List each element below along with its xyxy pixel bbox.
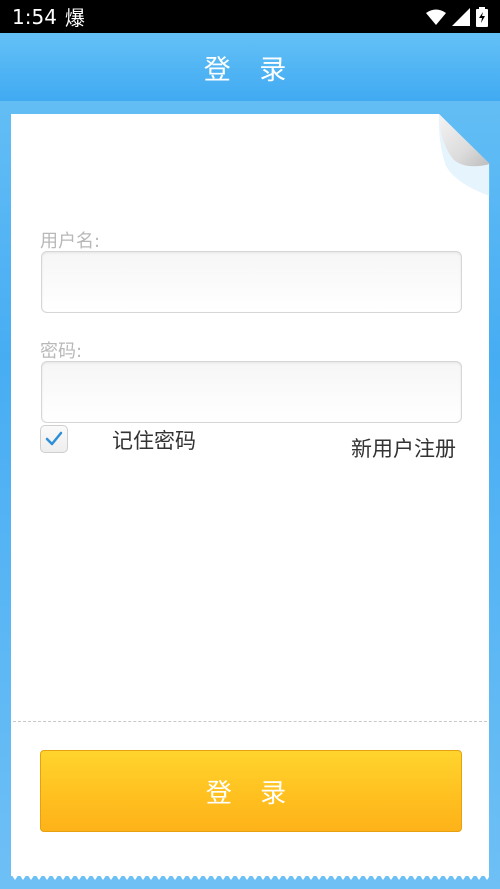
username-label: 用户名: [40,231,101,252]
password-input[interactable] [42,362,461,422]
remember-password-label[interactable]: 记住密码 [112,425,196,455]
username-field-container [41,251,462,313]
password-field-container [41,361,462,423]
page-title: 登 录 [203,54,297,86]
remember-password-checkbox[interactable] [40,425,68,453]
title-bar: 登 录 [0,33,500,101]
password-label: 密码: [40,341,83,362]
wifi-icon [426,9,446,25]
register-link[interactable]: 新用户注册 [351,433,456,463]
app-notification-icon: 爆 [64,6,85,30]
status-bar: 1:54 爆 [0,0,500,33]
status-time: 1:54 [12,4,57,29]
username-input[interactable] [42,252,461,312]
paper-edge [11,874,489,880]
checkmark-icon [45,431,63,446]
divider [13,721,487,722]
page-curl-icon [438,114,490,196]
battery-icon [476,6,488,27]
signal-icon [452,7,470,26]
login-button[interactable]: 登 录 [40,750,462,832]
